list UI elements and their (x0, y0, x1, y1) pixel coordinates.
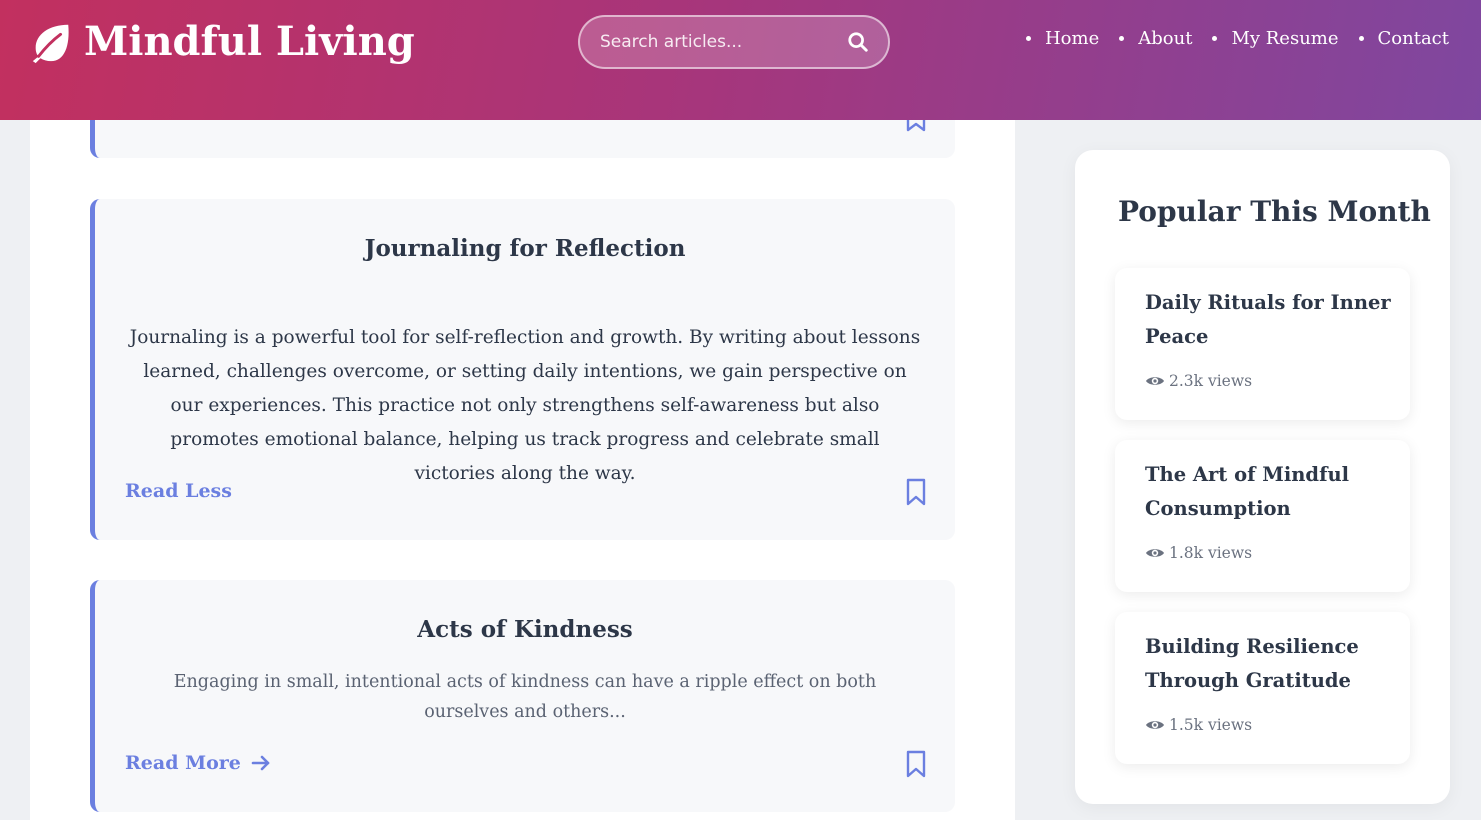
article-card: Journaling for Reflection Journaling is … (90, 199, 955, 540)
nav-home[interactable]: Home (1025, 28, 1100, 49)
site-header: Mindful Living Home About My Resume Cont… (0, 0, 1481, 120)
popular-item-title: The Art of Mindful Consumption (1145, 463, 1350, 520)
search-icon (848, 32, 868, 52)
article-body: Journaling is a powerful tool for self-r… (129, 327, 921, 484)
eye-icon (1146, 549, 1164, 557)
eye-icon (1146, 377, 1164, 385)
read-less-link[interactable]: Read Less (125, 480, 232, 502)
search-bar (578, 15, 890, 69)
popular-sidebar: Popular This Month Daily Rituals for Inn… (1075, 150, 1450, 804)
bullet-icon (1212, 36, 1218, 41)
read-less-label: Read Less (125, 480, 232, 502)
bookmark-icon[interactable] (905, 750, 927, 778)
view-count: 2.3k views (1145, 372, 1252, 390)
popular-item[interactable]: Daily Rituals for Inner Peace 2.3k views (1115, 268, 1410, 420)
view-count-label: 1.5k views (1169, 716, 1253, 734)
leaf-icon (32, 24, 69, 64)
popular-item-title: Daily Rituals for Inner Peace (1145, 291, 1391, 348)
main-nav: Home About My Resume Contact (1006, 28, 1449, 49)
nav-home-label: Home (1044, 28, 1100, 49)
popular-item[interactable]: Building Resilience Through Gratitude 1.… (1115, 612, 1410, 764)
read-more-label: Read More (125, 752, 241, 774)
view-count: 1.5k views (1145, 716, 1252, 734)
view-count-label: 1.8k views (1169, 544, 1253, 562)
nav-contact[interactable]: Contact (1358, 28, 1449, 49)
bullet-icon (1025, 36, 1031, 41)
article-title: Journaling for Reflection (364, 235, 686, 262)
article-title: Acts of Kindness (417, 616, 633, 643)
article-card: Acts of Kindness Engaging in small, inte… (90, 580, 955, 812)
read-more-link[interactable]: Read More (125, 752, 271, 774)
nav-my-resume[interactable]: My Resume (1212, 28, 1339, 49)
article-list: Journaling for Reflection Journaling is … (30, 100, 1015, 820)
bullet-icon (1358, 36, 1364, 41)
brand[interactable]: Mindful Living (28, 16, 415, 68)
nav-contact-label: Contact (1377, 28, 1449, 49)
bullet-icon (1119, 36, 1125, 41)
article-excerpt: Engaging in small, intentional acts of k… (173, 672, 877, 722)
eye-icon (1146, 721, 1164, 729)
search-input[interactable] (600, 32, 846, 52)
popular-item-title: Building Resilience Through Gratitude (1145, 635, 1359, 692)
search-button[interactable] (846, 30, 870, 54)
nav-my-resume-label: My Resume (1231, 28, 1339, 49)
arrow-right-icon (251, 755, 270, 771)
bookmark-icon[interactable] (905, 478, 927, 506)
sidebar-title: Popular This Month (1118, 195, 1431, 228)
nav-about[interactable]: About (1119, 28, 1192, 49)
view-count-label: 2.3k views (1169, 372, 1253, 390)
nav-about-label: About (1138, 28, 1193, 49)
site-title: Mindful Living (84, 18, 415, 65)
view-count: 1.8k views (1145, 544, 1252, 562)
popular-item[interactable]: The Art of Mindful Consumption 1.8k view… (1115, 440, 1410, 592)
